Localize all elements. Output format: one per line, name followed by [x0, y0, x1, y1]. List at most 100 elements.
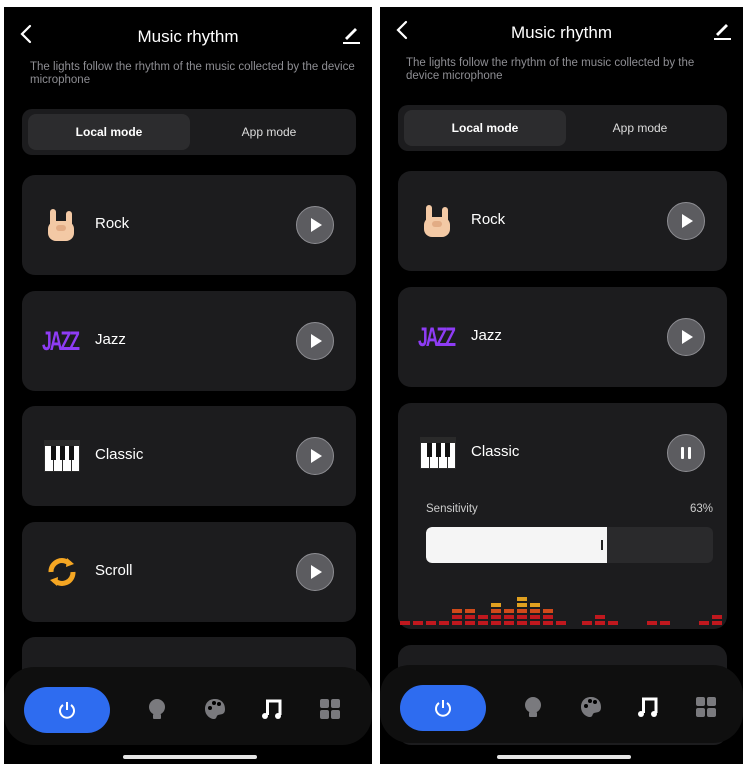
eq-segment: [543, 621, 553, 625]
bulb-icon[interactable]: [520, 694, 546, 720]
eq-segment: [595, 615, 605, 619]
mode-card-rock[interactable]: Rock: [398, 171, 727, 271]
page-title: Music rhythm: [510, 23, 613, 42]
power-icon: [59, 702, 75, 719]
eq-segment: [517, 615, 527, 619]
edit-icon[interactable]: [340, 23, 362, 45]
scroll-arrows-icon: [48, 558, 76, 586]
play-button[interactable]: [667, 202, 705, 240]
mode-card-scroll[interactable]: Scroll: [22, 522, 356, 622]
eq-segment: [491, 615, 501, 619]
mode-segmented-control: Local mode App mode: [22, 109, 356, 155]
piano-keys-icon: [420, 437, 456, 469]
play-icon: [311, 334, 322, 348]
play-icon: [311, 565, 322, 579]
tab-local-mode[interactable]: Local mode: [404, 110, 566, 146]
rock-hand-icon: [424, 205, 450, 237]
screen-left: Music rhythm The lights follow the rhyth…: [4, 7, 372, 764]
eq-segment: [517, 609, 527, 613]
mode-card-classic-expanded[interactable]: Classic Sensitivity 63%: [398, 403, 727, 629]
play-button[interactable]: [296, 322, 334, 360]
mode-card-jazz[interactable]: JAZZ Jazz: [22, 291, 356, 391]
eq-segment: [504, 609, 514, 613]
play-button[interactable]: [667, 318, 705, 356]
sensitivity-slider[interactable]: [426, 527, 713, 563]
eq-segment: [465, 615, 475, 619]
eq-segment: [400, 621, 410, 625]
music-note-icon[interactable]: [635, 694, 661, 720]
grid-icon[interactable]: [317, 696, 343, 722]
eq-segment: [582, 621, 592, 625]
play-button[interactable]: [296, 553, 334, 591]
page-subtitle: The lights follow the rhythm of the musi…: [406, 57, 695, 82]
eq-segment: [608, 621, 618, 625]
eq-segment: [517, 597, 527, 601]
eq-segment: [530, 621, 540, 625]
eq-segment: [699, 621, 709, 625]
eq-segment: [556, 621, 566, 625]
eq-segment: [439, 621, 449, 625]
screen-right: Music rhythm The lights follow the rhyth…: [380, 7, 743, 764]
power-button[interactable]: [24, 687, 110, 733]
eq-segment: [452, 615, 462, 619]
play-icon: [682, 330, 693, 344]
eq-segment: [660, 621, 670, 625]
home-indicator: [123, 755, 257, 759]
eq-segment: [426, 621, 436, 625]
power-button[interactable]: [400, 685, 486, 731]
eq-segment: [491, 621, 501, 625]
play-button[interactable]: [296, 437, 334, 475]
eq-segment: [452, 621, 462, 625]
mode-name: Rock: [95, 215, 130, 232]
mode-card-jazz[interactable]: JAZZ Jazz: [398, 287, 727, 387]
mode-name: Jazz: [471, 327, 502, 344]
eq-segment: [465, 609, 475, 613]
eq-segment: [504, 621, 514, 625]
eq-segment: [543, 615, 553, 619]
play-button[interactable]: [296, 206, 334, 244]
sensitivity-handle[interactable]: [600, 540, 603, 550]
tab-app-mode[interactable]: App mode: [188, 114, 350, 150]
edit-icon[interactable]: [711, 19, 733, 41]
eq-segment: [647, 621, 657, 625]
palette-icon[interactable]: [578, 694, 604, 720]
eq-segment: [413, 621, 423, 625]
mode-card-classic[interactable]: Classic: [22, 406, 356, 506]
header: Music rhythm: [4, 7, 372, 59]
jazz-logo-icon: JAZZ: [418, 322, 456, 352]
home-indicator: [497, 755, 631, 759]
rock-hand-icon: [48, 209, 74, 241]
page-title: Music rhythm: [137, 27, 239, 46]
tab-app-mode[interactable]: App mode: [559, 110, 721, 146]
eq-segment: [478, 615, 488, 619]
bottom-nav: [380, 665, 743, 743]
pause-button[interactable]: [667, 434, 705, 472]
eq-segment: [517, 621, 527, 625]
play-icon: [311, 449, 322, 463]
bulb-icon[interactable]: [144, 696, 170, 722]
palette-icon[interactable]: [202, 696, 228, 722]
mode-card-rock[interactable]: Rock: [22, 175, 356, 275]
mode-name: Jazz: [95, 331, 126, 348]
music-level-visualizer: [400, 597, 722, 625]
eq-segment: [530, 609, 540, 613]
page-subtitle: The lights follow the rhythm of the musi…: [30, 61, 355, 86]
eq-segment: [517, 603, 527, 607]
eq-segment: [452, 609, 462, 613]
mode-segmented-control: Local mode App mode: [398, 105, 727, 151]
eq-segment: [465, 621, 475, 625]
sensitivity-label: Sensitivity: [426, 503, 478, 515]
eq-segment: [491, 603, 501, 607]
jazz-logo-icon: JAZZ: [42, 326, 80, 356]
play-icon: [311, 218, 322, 232]
grid-icon[interactable]: [693, 694, 719, 720]
pause-icon: [681, 447, 691, 459]
header: Music rhythm: [380, 7, 743, 59]
mode-name: Scroll: [95, 562, 133, 579]
tab-local-mode[interactable]: Local mode: [28, 114, 190, 150]
mode-name: Classic: [95, 446, 144, 463]
piano-keys-icon: [44, 440, 80, 472]
music-note-icon[interactable]: [259, 696, 285, 722]
eq-segment: [491, 609, 501, 613]
mode-name: Classic: [471, 443, 520, 460]
